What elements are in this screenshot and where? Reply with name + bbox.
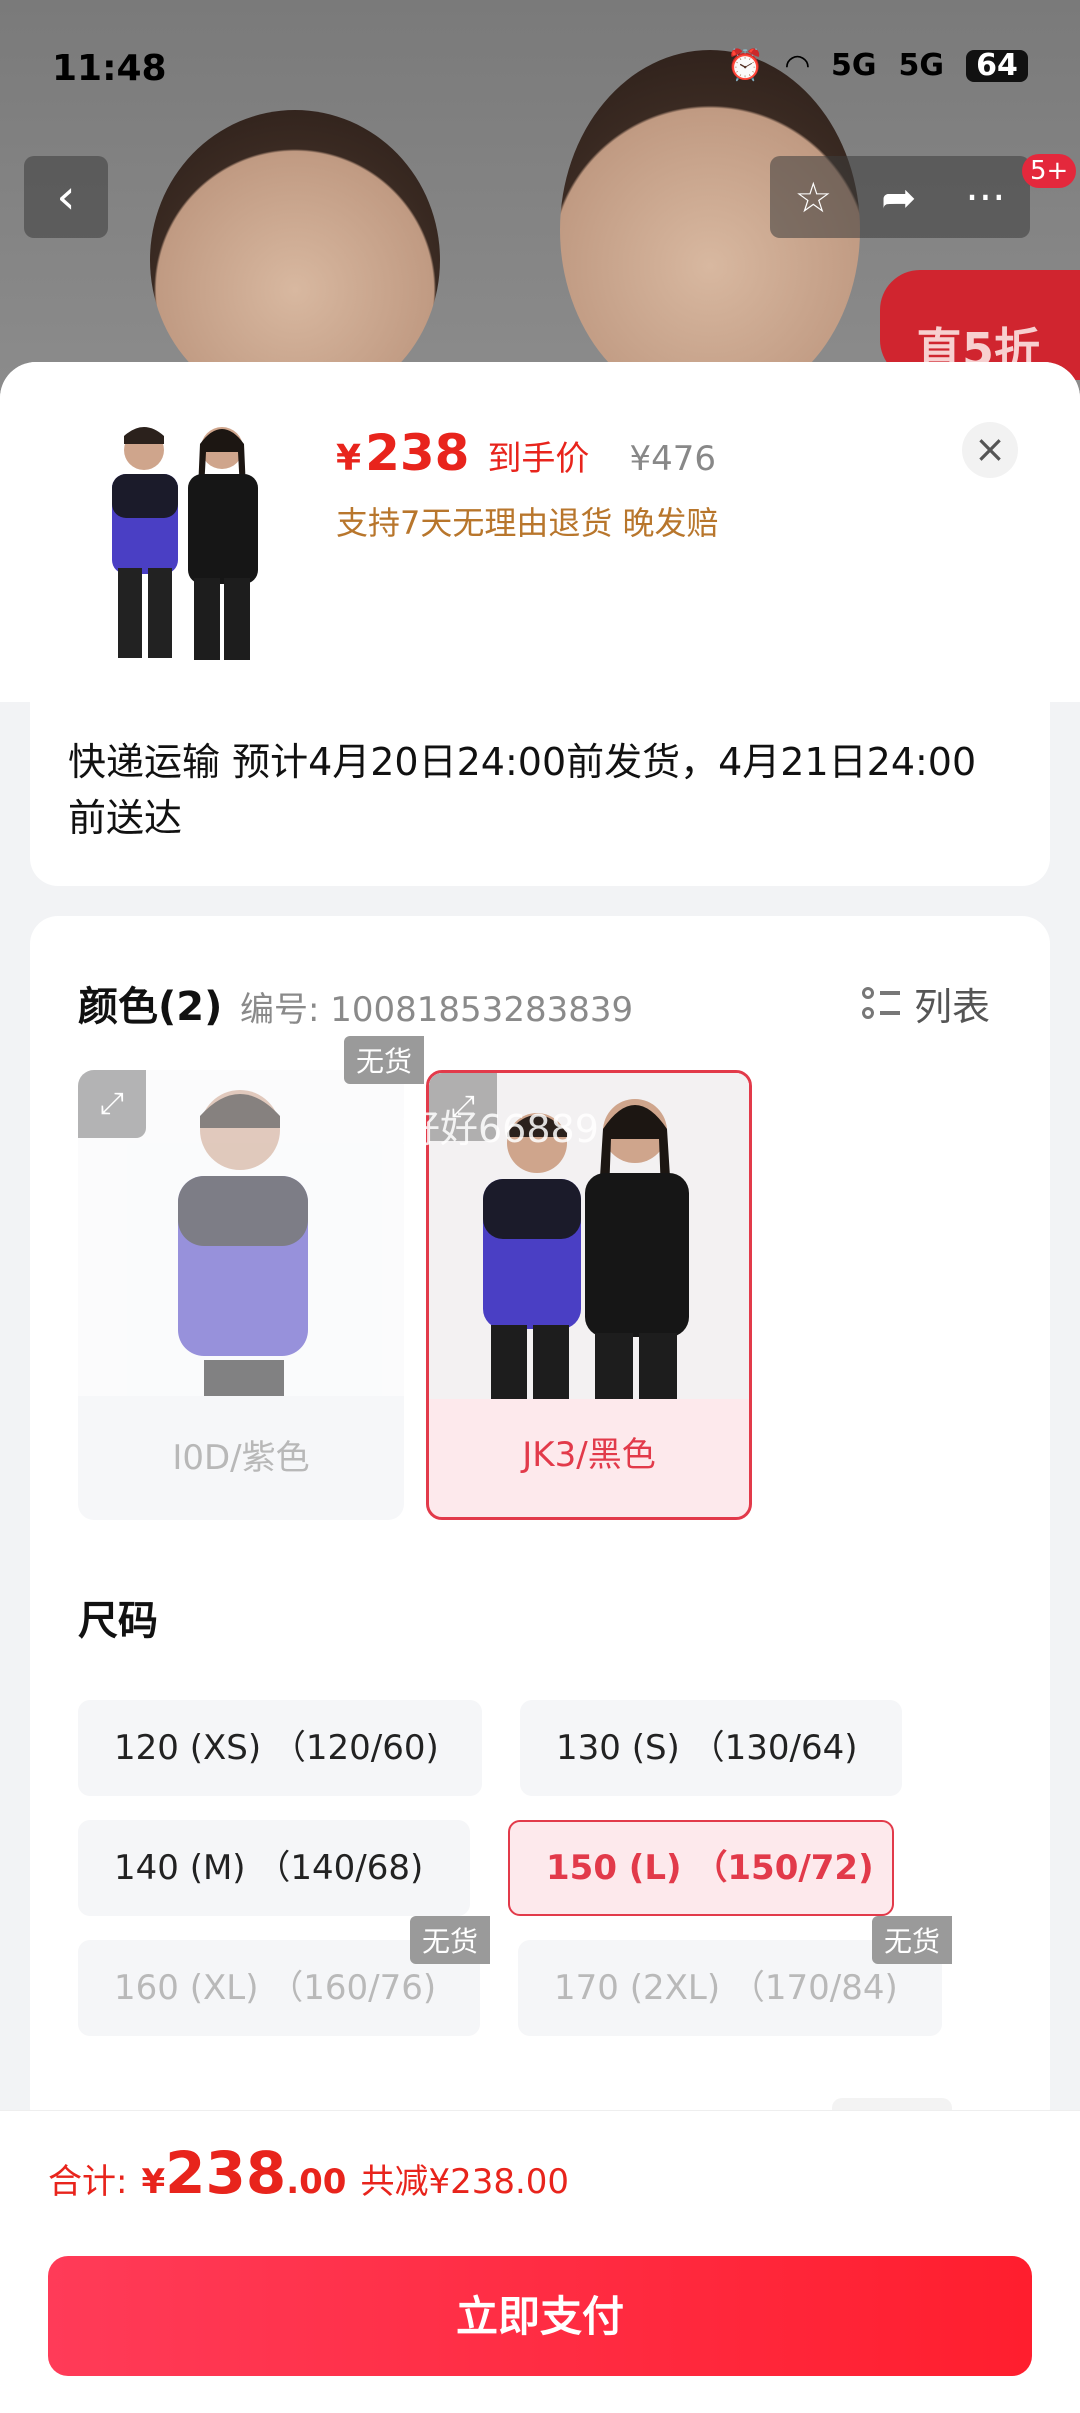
size-option-120[interactable]: 120 (XS) （120/60) (78, 1700, 482, 1796)
status-time: 11:48 (52, 48, 167, 89)
size-section-title: 尺码 (78, 1598, 158, 1644)
options-card: 颜色(2) 编号: 10081853283839 列表 I0D/紫色 ⤢ 无货 … (30, 916, 1050, 2162)
alarm-icon: ⏰ (726, 48, 764, 83)
checkout-footer: 合计: ¥ 238 .00 共减¥238.00 立即支付 (0, 2110, 1080, 2413)
service-promise: 支持7天无理由退货 晚发赔 (336, 504, 719, 542)
total-label: 合计: (48, 2162, 128, 2202)
list-view-toggle[interactable]: 列表 (862, 976, 990, 1031)
sheet-header: ¥ 238 到手价 ¥476 支持7天无理由退货 晚发赔 × (0, 362, 1080, 702)
total-decimals: .00 (286, 2162, 347, 2202)
size-option-130[interactable]: 130 (S) （130/64) (520, 1700, 902, 1796)
original-price: ¥476 (629, 439, 716, 479)
image-watermark: 好好66889 (402, 1107, 599, 1151)
list-view-label: 列表 (914, 985, 991, 1029)
status-bar: 11:48 ⏰ ◠ 5G 5G 64 (0, 0, 1080, 140)
total-discount: 共减¥238.00 (360, 2162, 570, 2202)
star-icon[interactable]: ☆ (795, 173, 833, 222)
size-option-140[interactable]: 140 (M) （140/68) (78, 1820, 470, 1916)
out-of-stock-badge: 无货 (410, 1916, 491, 1964)
status-icons: ⏰ ◠ 5G 5G 64 (727, 48, 1028, 83)
product-thumbnail-image (72, 418, 300, 668)
list-icon (862, 985, 900, 1023)
more-icon[interactable]: ··· (965, 173, 1005, 222)
final-price-tag: 到手价 (487, 439, 590, 479)
signal-5g-1: 5G (831, 48, 877, 83)
chevron-left-icon: ‹ (56, 169, 76, 225)
share-icon[interactable]: ➦ (881, 173, 916, 222)
size-option-150[interactable]: 150 (L) （150/72) (508, 1820, 894, 1916)
total-currency: ¥ (141, 2162, 166, 2202)
color-section-title: 颜色(2) (78, 984, 223, 1030)
signal-5g-2: 5G (898, 48, 945, 83)
out-of-stock-badge: 无货 (872, 1916, 953, 1964)
final-price: 238 (365, 424, 470, 482)
wifi-icon: ◠ (785, 48, 809, 83)
shipping-info: 快递运输 预计4月20日24:00前发货，4月21日24:00前送达 (30, 698, 1050, 886)
top-actions: ☆ ➦ ··· (770, 156, 1030, 238)
out-of-stock-badge: 无货 (344, 1036, 425, 1084)
total-amount: 238 (165, 2139, 287, 2207)
expand-icon[interactable]: ⤢ (78, 1070, 146, 1138)
pay-now-button[interactable]: 立即支付 (48, 2256, 1032, 2376)
product-thumbnail[interactable] (72, 418, 300, 668)
color-option-purple[interactable]: I0D/紫色 ⤢ (78, 1070, 404, 1520)
close-button[interactable]: × (962, 422, 1018, 478)
total-row: 合计: ¥ 238 .00 共减¥238.00 (48, 2139, 569, 2207)
price-currency: ¥ (336, 438, 362, 479)
notification-badge: 5+ (1022, 154, 1077, 188)
color-option-label: I0D/紫色 (172, 1438, 310, 1478)
price-row: ¥ 238 到手价 ¥476 (336, 424, 716, 482)
close-icon: × (974, 427, 1006, 471)
battery-icon: 64 (966, 49, 1028, 82)
back-button[interactable]: ‹ (24, 156, 108, 238)
sku-number: 编号: 10081853283839 (240, 990, 634, 1030)
sku-selection-sheet: ¥ 238 到手价 ¥476 支持7天无理由退货 晚发赔 × 快递运输 预计4月… (0, 362, 1080, 2412)
color-option-label: JK3/黑色 (522, 1435, 656, 1475)
